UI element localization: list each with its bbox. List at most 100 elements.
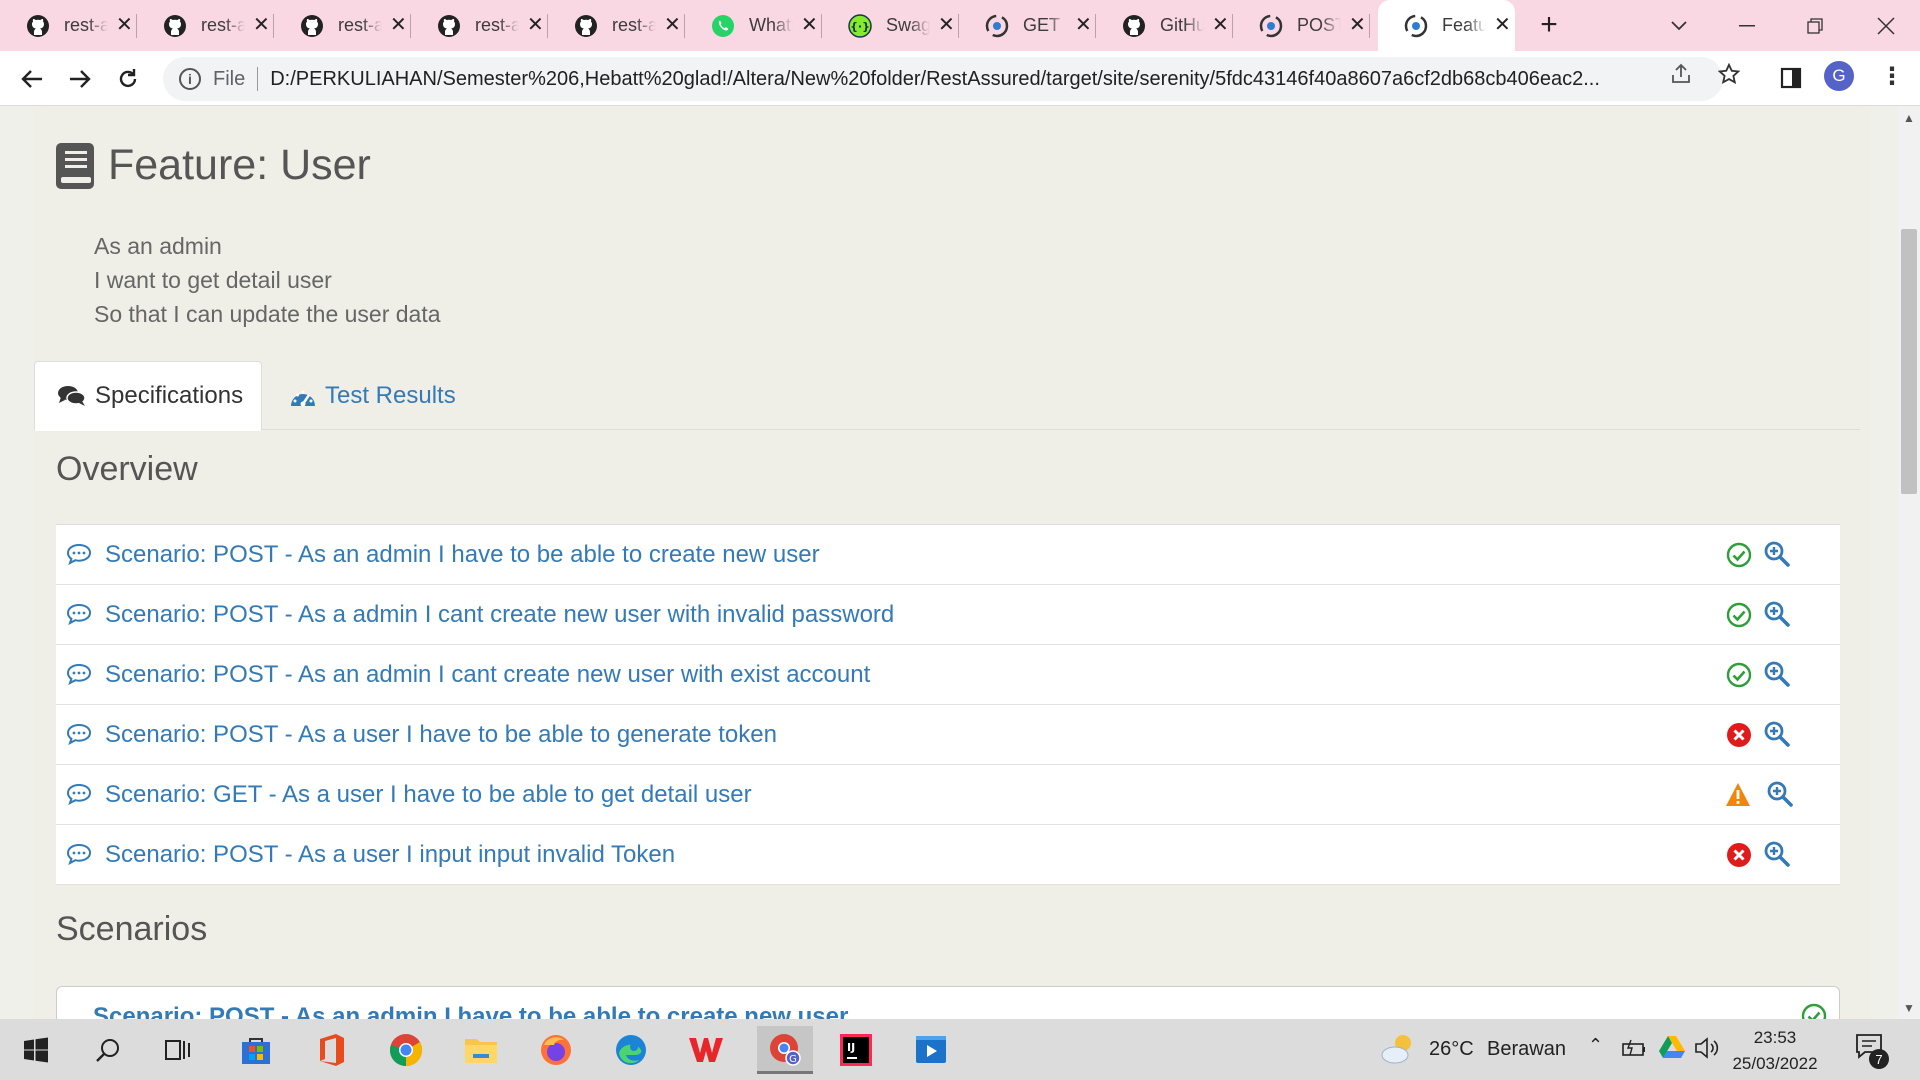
tab-title: WhatsApp	[749, 15, 793, 35]
edge-icon[interactable]	[607, 1026, 655, 1074]
battery-icon[interactable]	[1622, 1039, 1646, 1057]
tab-specifications[interactable]: Specifications	[34, 361, 262, 431]
tab-search-button[interactable]	[1645, 0, 1713, 51]
browser-tab[interactable]: rest-assured ✕	[137, 0, 274, 51]
table-row[interactable]: Scenario: GET - As a user I have to be a…	[56, 765, 1840, 825]
microsoft-store-icon[interactable]	[232, 1026, 280, 1074]
reload-button[interactable]	[110, 61, 146, 97]
overview-heading: Overview	[56, 450, 198, 488]
zoom-in-icon[interactable]	[1764, 841, 1790, 867]
close-window-button[interactable]	[1852, 0, 1920, 51]
browser-tab-active[interactable]: Feature ✕	[1378, 0, 1515, 51]
failed-x-icon	[1727, 723, 1751, 747]
tab-title: Swagger	[886, 15, 930, 35]
github-icon	[437, 14, 461, 38]
zoom-in-icon[interactable]	[1767, 781, 1793, 807]
close-tab-icon[interactable]: ✕	[390, 13, 407, 37]
scrollbar-thumb[interactable]	[1901, 229, 1917, 494]
tab-test-results[interactable]: Test Results	[289, 361, 456, 431]
site-info-icon[interactable]: i	[179, 68, 201, 90]
back-button[interactable]	[14, 61, 50, 97]
svg-text:IJ: IJ	[847, 1041, 855, 1054]
table-row[interactable]: Scenario: POST - As a user I have to be …	[56, 705, 1840, 765]
side-panel-icon[interactable]	[1780, 67, 1802, 94]
wps-office-icon[interactable]	[682, 1026, 730, 1074]
browser-tab[interactable]: rest-assured ✕	[0, 0, 137, 51]
scenario-link[interactable]: Scenario: POST - As an admin I cant crea…	[105, 661, 870, 689]
scheme-label: File	[213, 67, 246, 90]
media-player-icon[interactable]	[907, 1026, 955, 1074]
report-tabs: Specifications Test Results	[34, 354, 1860, 431]
google-drive-icon[interactable]	[1659, 1035, 1685, 1059]
scenario-link[interactable]: Scenario: POST - As a user I have to be …	[105, 721, 777, 749]
table-row[interactable]: Scenario: POST - As a user I input input…	[56, 825, 1840, 885]
scenario-link[interactable]: Scenario: POST - As a user I input input…	[105, 841, 675, 869]
zoom-in-icon[interactable]	[1764, 541, 1790, 567]
table-row[interactable]: Scenario: POST - As an admin I cant crea…	[56, 645, 1840, 705]
forward-button[interactable]	[62, 61, 98, 97]
scroll-down-arrow-icon[interactable]: ▼	[1903, 1001, 1915, 1015]
minimize-button[interactable]	[1713, 0, 1781, 51]
task-view-icon[interactable]	[154, 1026, 202, 1074]
tab-title: rest-assured	[338, 15, 382, 35]
table-row[interactable]: Scenario: POST - As a admin I cant creat…	[56, 585, 1840, 645]
notification-count-badge: 7	[1869, 1049, 1889, 1069]
close-tab-icon[interactable]: ✕	[801, 13, 818, 37]
scroll-up-arrow-icon[interactable]: ▲	[1903, 111, 1915, 125]
close-tab-icon[interactable]: ✕	[116, 13, 133, 37]
browser-tab[interactable]: WhatsApp ✕	[685, 0, 822, 51]
url-text[interactable]: D:/PERKULIAHAN/Semester%206,Hebatt%20gla…	[270, 68, 1650, 91]
github-icon	[300, 14, 324, 38]
chrome-profile-icon[interactable]: G	[757, 1026, 813, 1074]
scenario-link[interactable]: Scenario: POST - As an admin I have to b…	[105, 541, 820, 569]
close-tab-icon[interactable]: ✕	[1212, 13, 1229, 37]
tab-label: Test Results	[325, 382, 456, 409]
system-clock[interactable]: 23:53 25/03/2022	[1730, 1025, 1820, 1077]
vertical-scrollbar[interactable]: ▲ ▼	[1898, 107, 1920, 1019]
passed-check-icon	[1726, 662, 1752, 688]
address-bar[interactable]: i File D:/PERKULIAHAN/Semester%206,Hebat…	[163, 57, 1723, 101]
browser-tab[interactable]: {·} Swagger ✕	[822, 0, 959, 51]
close-tab-icon[interactable]: ✕	[527, 13, 544, 37]
table-row[interactable]: Scenario: POST - As an admin I have to b…	[56, 525, 1840, 585]
volume-icon[interactable]	[1694, 1036, 1720, 1060]
weather-desc[interactable]: Berawan	[1487, 1038, 1566, 1061]
chrome-icon[interactable]	[382, 1026, 430, 1074]
browser-tab[interactable]: rest-assured ✕	[411, 0, 548, 51]
browser-tab[interactable]: GitHub ✕	[1096, 0, 1233, 51]
profile-avatar[interactable]: G	[1824, 61, 1854, 91]
zoom-in-icon[interactable]	[1764, 661, 1790, 687]
browser-tab[interactable]: rest-assured ✕	[274, 0, 411, 51]
close-tab-icon[interactable]: ✕	[938, 13, 955, 37]
browser-tab[interactable]: rest-assured ✕	[548, 0, 685, 51]
zoom-in-icon[interactable]	[1764, 601, 1790, 627]
browser-menu-icon[interactable]: ⋮	[1880, 62, 1904, 91]
close-tab-icon[interactable]: ✕	[1494, 13, 1511, 37]
search-icon[interactable]	[84, 1026, 132, 1074]
browser-tab[interactable]: GET ✕	[959, 0, 1096, 51]
show-hidden-icons-icon[interactable]: ⌃	[1588, 1035, 1603, 1056]
file-explorer-icon[interactable]	[457, 1026, 505, 1074]
firefox-icon[interactable]	[532, 1026, 580, 1074]
new-tab-button[interactable]: +	[1534, 8, 1564, 42]
close-tab-icon[interactable]: ✕	[1075, 13, 1092, 37]
restore-button[interactable]	[1781, 0, 1849, 51]
scenario-link[interactable]: Scenario: GET - As a user I have to be a…	[105, 781, 752, 809]
bookmark-star-icon[interactable]	[1717, 62, 1741, 91]
scenario-title-link[interactable]: Scenario: POST - As an admin I have to b…	[93, 1003, 848, 1019]
browser-tab-strip: rest-assured ✕ rest-assured ✕ rest-assur…	[0, 0, 1920, 51]
share-icon[interactable]	[1670, 63, 1692, 91]
weather-temp[interactable]: 26°C	[1429, 1038, 1474, 1061]
notification-center-icon[interactable]: 7	[1855, 1033, 1889, 1069]
swagger-icon: {·}	[848, 13, 872, 38]
close-tab-icon[interactable]: ✕	[664, 13, 681, 37]
scenario-card: Scenario: POST - As an admin I have to b…	[56, 986, 1840, 1019]
close-tab-icon[interactable]: ✕	[1349, 13, 1366, 37]
office-icon[interactable]	[307, 1026, 355, 1074]
close-tab-icon[interactable]: ✕	[253, 13, 270, 37]
windows-start-icon[interactable]	[12, 1026, 60, 1074]
scenario-link[interactable]: Scenario: POST - As a admin I cant creat…	[105, 601, 894, 629]
intellij-icon[interactable]: IJ	[832, 1026, 880, 1074]
browser-tab[interactable]: POST ✕	[1233, 0, 1370, 51]
zoom-in-icon[interactable]	[1764, 721, 1790, 747]
